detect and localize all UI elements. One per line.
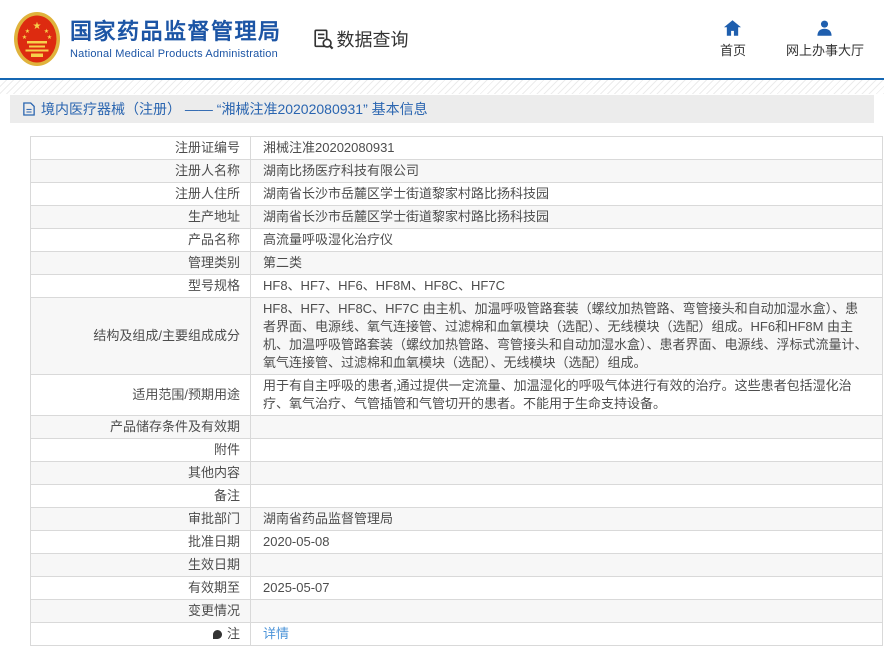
registration-detail-table: 注册证编号 湘械注准20202080931 注册人名称 湖南比扬医疗科技有限公司… (30, 136, 883, 646)
row-value: 详情 (251, 623, 882, 645)
table-row-management-category: 管理类别 第二类 (31, 252, 882, 275)
svg-text:★: ★ (47, 34, 52, 41)
row-label: 产品名称 (31, 229, 251, 251)
org-name-cn: 国家药品监督管理局 (70, 18, 282, 44)
row-value (251, 554, 882, 576)
row-value: 湖南比扬医疗科技有限公司 (263, 163, 420, 178)
row-value (251, 416, 882, 438)
row-value: 湖南省长沙市岳麓区学士街道黎家村路比扬科技园 (263, 186, 550, 201)
row-value: 湘械注准20202080931 (263, 140, 395, 155)
nav-home-label: 首页 (719, 42, 746, 58)
row-label: 注 (31, 623, 251, 645)
svg-text:★: ★ (22, 34, 27, 41)
row-value: 用于有自主呼吸的患者,通过提供一定流量、加温湿化的呼吸气体进行有效的治疗。这些患… (251, 375, 882, 415)
table-row-approval-department: 审批部门 湖南省药品监督管理局 (31, 508, 882, 531)
person-icon (817, 20, 833, 36)
row-value: 湖南省长沙市岳麓区学士街道黎家村路比扬科技园 (263, 209, 550, 224)
row-label: 结构及组成/主要组成成分 (31, 298, 251, 374)
table-row-production-address: 生产地址 湖南省长沙市岳麓区学士街道黎家村路比扬科技园 (31, 206, 882, 229)
row-label: 批准日期 (31, 531, 251, 553)
row-label: 生效日期 (31, 554, 251, 576)
row-value: 高流量呼吸湿化治疗仪 (263, 232, 394, 247)
row-value: 第二类 (263, 255, 303, 270)
row-label: 附件 (31, 439, 251, 461)
hatched-divider (0, 80, 884, 94)
doc-search-icon (313, 29, 333, 50)
data-query-tab[interactable]: 数据查询 (312, 26, 409, 52)
table-row-other-content: 其他内容 (31, 462, 882, 485)
table-row-note: 注 详情 (31, 623, 882, 646)
table-row-model-spec: 型号规格 HF8、HF7、HF6、HF8M、HF8C、HF7C (31, 275, 882, 298)
table-row-product-name: 产品名称 高流量呼吸湿化治疗仪 (31, 229, 882, 252)
nav-online-service-hall[interactable]: 网上办事大厅 (786, 20, 864, 59)
row-value: 湖南省药品监督管理局 (263, 511, 394, 526)
table-row-intended-use: 适用范围/预期用途 用于有自主呼吸的患者,通过提供一定流量、加温湿化的呼吸气体进… (31, 375, 882, 416)
row-label: 注册人名称 (31, 160, 251, 182)
svg-text:★: ★ (44, 28, 49, 35)
national-emblem-logo: ★ ★ ★ ★ ★ (14, 12, 60, 66)
data-query-label: 数据查询 (336, 30, 409, 50)
row-value (251, 462, 882, 484)
row-value (251, 485, 882, 507)
table-row-storage-conditions: 产品储存条件及有效期 (31, 416, 882, 439)
svg-text:★: ★ (33, 21, 42, 32)
row-label: 型号规格 (31, 275, 251, 297)
svg-text:★: ★ (25, 28, 30, 35)
table-row-approval-date: 批准日期 2020-05-08 (31, 531, 882, 554)
row-value (251, 439, 882, 461)
row-label: 产品储存条件及有效期 (31, 416, 251, 438)
row-label: 变更情况 (31, 600, 251, 622)
note-icon (212, 629, 222, 639)
header-nav: 首页 网上办事大厅 (719, 19, 864, 59)
row-value: 2020-05-08 (263, 534, 330, 549)
table-row-structure-composition: 结构及组成/主要组成成分 HF8、HF7、HF8C、HF7C 由主机、加温呼吸管… (31, 298, 882, 375)
row-label-text: 注 (226, 626, 240, 641)
breadcrumb: 境内医疗器械（注册） —— “湘械注准20202080931” 基本信息 (10, 95, 874, 123)
table-row-change-status: 变更情况 (31, 600, 882, 623)
row-value: HF8、HF7、HF8C、HF7C 由主机、加温呼吸管路套装（螺纹加热管路、弯管… (251, 298, 882, 374)
table-row-effective-date: 生效日期 (31, 554, 882, 577)
header: ★ ★ ★ ★ ★ 国家药品监督管理局 National Medical Pro… (0, 0, 884, 80)
table-row-reg-number: 注册证编号 湘械注准20202080931 (31, 137, 882, 160)
nav-online-service-hall-label: 网上办事大厅 (785, 42, 864, 58)
table-row-attachments: 附件 (31, 439, 882, 462)
row-value: 2025-05-07 (263, 580, 330, 595)
row-label: 管理类别 (31, 252, 251, 274)
table-row-registrant-name: 注册人名称 湖南比扬医疗科技有限公司 (31, 160, 882, 183)
page-icon (23, 102, 35, 116)
home-icon (724, 19, 742, 36)
breadcrumb-text: 境内医疗器械（注册） —— “湘械注准20202080931” 基本信息 (41, 101, 428, 117)
org-name-en: National Medical Products Administration (70, 47, 278, 60)
row-value (251, 600, 882, 622)
note-details-link[interactable]: 详情 (263, 625, 289, 643)
row-label: 备注 (31, 485, 251, 507)
row-label: 审批部门 (31, 508, 251, 530)
row-label: 生产地址 (31, 206, 251, 228)
row-value-text: 用于有自主呼吸的患者,通过提供一定流量、加温湿化的呼吸气体进行有效的治疗。这些患… (263, 378, 852, 411)
row-label: 适用范围/预期用途 (31, 375, 251, 415)
table-row-expiry-date: 有效期至 2025-05-07 (31, 577, 882, 600)
row-label: 注册证编号 (31, 137, 251, 159)
nav-home[interactable]: 首页 (719, 19, 746, 59)
row-label: 有效期至 (31, 577, 251, 599)
brand-block: 国家药品监督管理局 National Medical Products Admi… (70, 19, 282, 60)
row-label: 注册人住所 (31, 183, 251, 205)
row-label: 其他内容 (31, 462, 251, 484)
table-row-registrant-address: 注册人住所 湖南省长沙市岳麓区学士街道黎家村路比扬科技园 (31, 183, 882, 206)
row-value-text: HF8、HF7、HF8C、HF7C 由主机、加温呼吸管路套装（螺纹加热管路、弯管… (263, 301, 868, 370)
table-row-remarks: 备注 (31, 485, 882, 508)
row-value: HF8、HF7、HF6、HF8M、HF8C、HF7C (263, 278, 505, 293)
